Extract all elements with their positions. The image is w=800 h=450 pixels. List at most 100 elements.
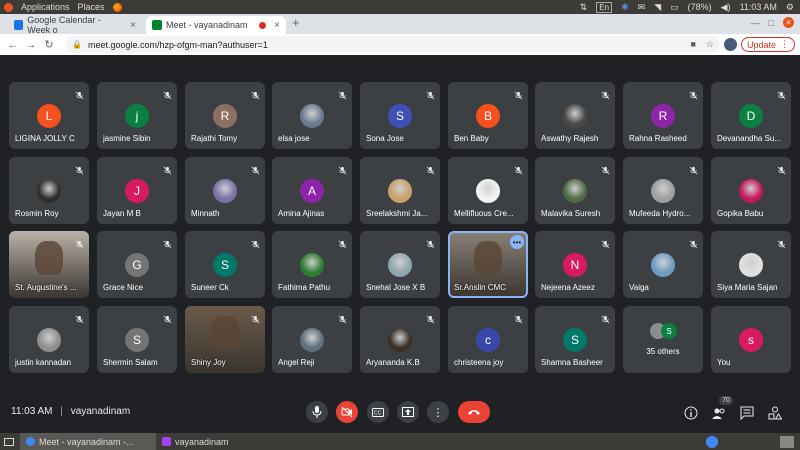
camera-icon[interactable]: ■ xyxy=(690,39,695,50)
tab-google-calendar[interactable]: Google Calendar - Week o × xyxy=(8,15,142,35)
bookmark-star-icon[interactable]: ☆ xyxy=(706,39,714,50)
close-tab-icon[interactable]: × xyxy=(130,20,136,31)
update-button[interactable]: Update ⋮ xyxy=(741,37,795,52)
close-tab-icon[interactable]: × xyxy=(274,20,280,31)
activities-icon[interactable] xyxy=(768,406,782,420)
participant-tile[interactable]: elsa jose xyxy=(272,82,352,149)
meet-icon xyxy=(152,20,162,30)
mic-off-icon xyxy=(338,311,347,324)
chrome-tray-icon[interactable] xyxy=(706,435,718,448)
participant-tile[interactable]: Malavika Suresh xyxy=(535,157,615,224)
present-button[interactable] xyxy=(397,401,419,423)
reload-icon[interactable]: ↻ xyxy=(40,38,58,51)
maximize-icon[interactable]: □ xyxy=(769,18,774,28)
participant-tile[interactable]: S Sona Jose xyxy=(360,82,440,149)
desktop-icon xyxy=(4,437,14,446)
participant-tile[interactable]: Gopika Babu xyxy=(711,157,791,224)
places-menu[interactable]: Places xyxy=(78,2,105,12)
participant-tile[interactable]: Sr.Anslin CMC ••• xyxy=(448,231,528,298)
close-window-icon[interactable]: × xyxy=(783,17,794,28)
workspace-switcher[interactable] xyxy=(780,435,794,448)
participant-tile[interactable]: G Grace Nice xyxy=(97,231,177,298)
microphone-button[interactable] xyxy=(306,401,328,423)
battery-icon[interactable]: ▭ xyxy=(670,2,679,13)
new-tab-button[interactable]: + xyxy=(292,15,300,30)
participant-name: Siya Maria Sajan xyxy=(717,283,778,292)
minimize-icon[interactable]: — xyxy=(751,18,760,28)
participant-tile[interactable]: justin kannadan xyxy=(9,306,89,373)
meeting-info-icon[interactable] xyxy=(684,406,698,420)
network-icon[interactable]: ⇅ xyxy=(580,2,588,13)
participant-tile[interactable]: N Nejeena Azeez xyxy=(535,231,615,298)
participant-tile[interactable]: Vaiga xyxy=(623,231,703,298)
clock[interactable]: 11:03 AM xyxy=(740,2,777,12)
participant-tile[interactable]: B Ben Baby xyxy=(448,82,528,149)
tile-options-icon[interactable]: ••• xyxy=(510,235,524,249)
url-text: meet.google.com/hzp-ofgm-man?authuser=1 xyxy=(87,39,268,50)
back-icon[interactable]: ← xyxy=(4,39,22,51)
participant-tile[interactable]: L LIGINA JOLLY C xyxy=(9,82,89,149)
participant-name: Mellifluous Cre... xyxy=(454,209,514,218)
tab-meet[interactable]: Meet - vayanadinam × xyxy=(146,16,286,34)
chat-icon[interactable] xyxy=(740,406,754,420)
bluetooth-icon[interactable]: ✱ xyxy=(621,2,629,13)
participant-tile[interactable]: D Devanandha Su... xyxy=(711,82,791,149)
taskbar-item-meet[interactable]: Meet - vayanadinam -... xyxy=(20,433,156,450)
ubuntu-logo-icon[interactable] xyxy=(4,2,13,12)
avatar: B xyxy=(476,104,500,128)
firefox-icon[interactable] xyxy=(112,2,122,12)
participant-tile[interactable]: A Amina Ajinas xyxy=(272,157,352,224)
mic-off-icon xyxy=(75,162,84,175)
participant-name: Minnath xyxy=(191,209,220,218)
more-options-button[interactable]: ⋮ xyxy=(427,401,449,423)
participant-tile[interactable]: St. Augustine's ... xyxy=(9,231,89,298)
participant-tile[interactable]: J Jayan M B xyxy=(97,157,177,224)
participant-tile[interactable]: Mellifluous Cre... xyxy=(448,157,528,224)
show-desktop-icon[interactable] xyxy=(0,433,20,450)
participant-tile[interactable]: Aswathy Rajesh xyxy=(535,82,615,149)
mic-off-icon xyxy=(251,311,260,324)
participant-tile[interactable]: c christeena joy xyxy=(448,306,528,373)
participant-tile[interactable]: Aryananda K.B xyxy=(360,306,440,373)
settings-icon[interactable]: ⚙ xyxy=(786,2,794,13)
participant-tile[interactable]: R Rajathi Tomy xyxy=(185,82,265,149)
address-bar[interactable]: 🔒 meet.google.com/hzp-ofgm-man?authuser=… xyxy=(66,36,720,53)
people-icon[interactable] xyxy=(712,406,726,420)
mail-icon[interactable]: ✉ xyxy=(638,2,646,13)
participant-tile[interactable]: S Shamna Basheer xyxy=(535,306,615,373)
lock-icon[interactable]: 🔒 xyxy=(72,40,82,49)
camera-button[interactable] xyxy=(336,401,358,423)
participant-tile[interactable]: Snehal Jose X B xyxy=(360,231,440,298)
volume-icon[interactable]: ◀) xyxy=(721,2,731,13)
applications-menu[interactable]: Applications xyxy=(21,2,70,12)
participant-tile[interactable]: j jasmine Sibin xyxy=(97,82,177,149)
leave-call-button[interactable] xyxy=(458,401,490,423)
participant-tile[interactable]: Mufeeda Hydro... xyxy=(623,157,703,224)
participant-tile[interactable]: S Suneer Ck xyxy=(185,231,265,298)
participant-tile[interactable]: Minnath xyxy=(185,157,265,224)
participant-tile[interactable]: Rosmin Roy xyxy=(9,157,89,224)
participant-name: jasmine Sibin xyxy=(103,134,151,143)
taskbar-item-vayanadinam[interactable]: vayanadinam xyxy=(156,433,235,450)
profile-avatar[interactable] xyxy=(724,38,737,51)
participant-tile[interactable]: Angel Reji xyxy=(272,306,352,373)
keyboard-language[interactable]: En xyxy=(596,1,613,13)
browser-toolbar: ← → ↻ 🔒 meet.google.com/hzp-ofgm-man?aut… xyxy=(0,34,800,55)
mic-off-icon xyxy=(163,87,172,100)
participant-tile[interactable]: R Rahna Rasheed xyxy=(623,82,703,149)
participant-tile[interactable]: S 35 others xyxy=(623,306,703,373)
avatar: A xyxy=(300,179,324,203)
more-menu-icon[interactable]: ⋮ xyxy=(780,39,789,50)
participant-tile[interactable]: Shiny Joy xyxy=(185,306,265,373)
wifi-icon[interactable]: ◥ xyxy=(654,2,661,13)
captions-button[interactable]: CC xyxy=(367,401,389,423)
participant-tile[interactable]: Sreelakshmi Ja... xyxy=(360,157,440,224)
avatar: S xyxy=(563,328,587,352)
participant-tile[interactable]: Siya Maria Sajan xyxy=(711,231,791,298)
mic-off-icon xyxy=(601,236,610,249)
participant-tile[interactable]: S Shermin Salam xyxy=(97,306,177,373)
participant-name: christeena joy xyxy=(454,358,504,367)
participant-tile[interactable]: Fathima Pathu xyxy=(272,231,352,298)
forward-icon[interactable]: → xyxy=(22,39,40,51)
participant-tile[interactable]: s You xyxy=(711,306,791,373)
